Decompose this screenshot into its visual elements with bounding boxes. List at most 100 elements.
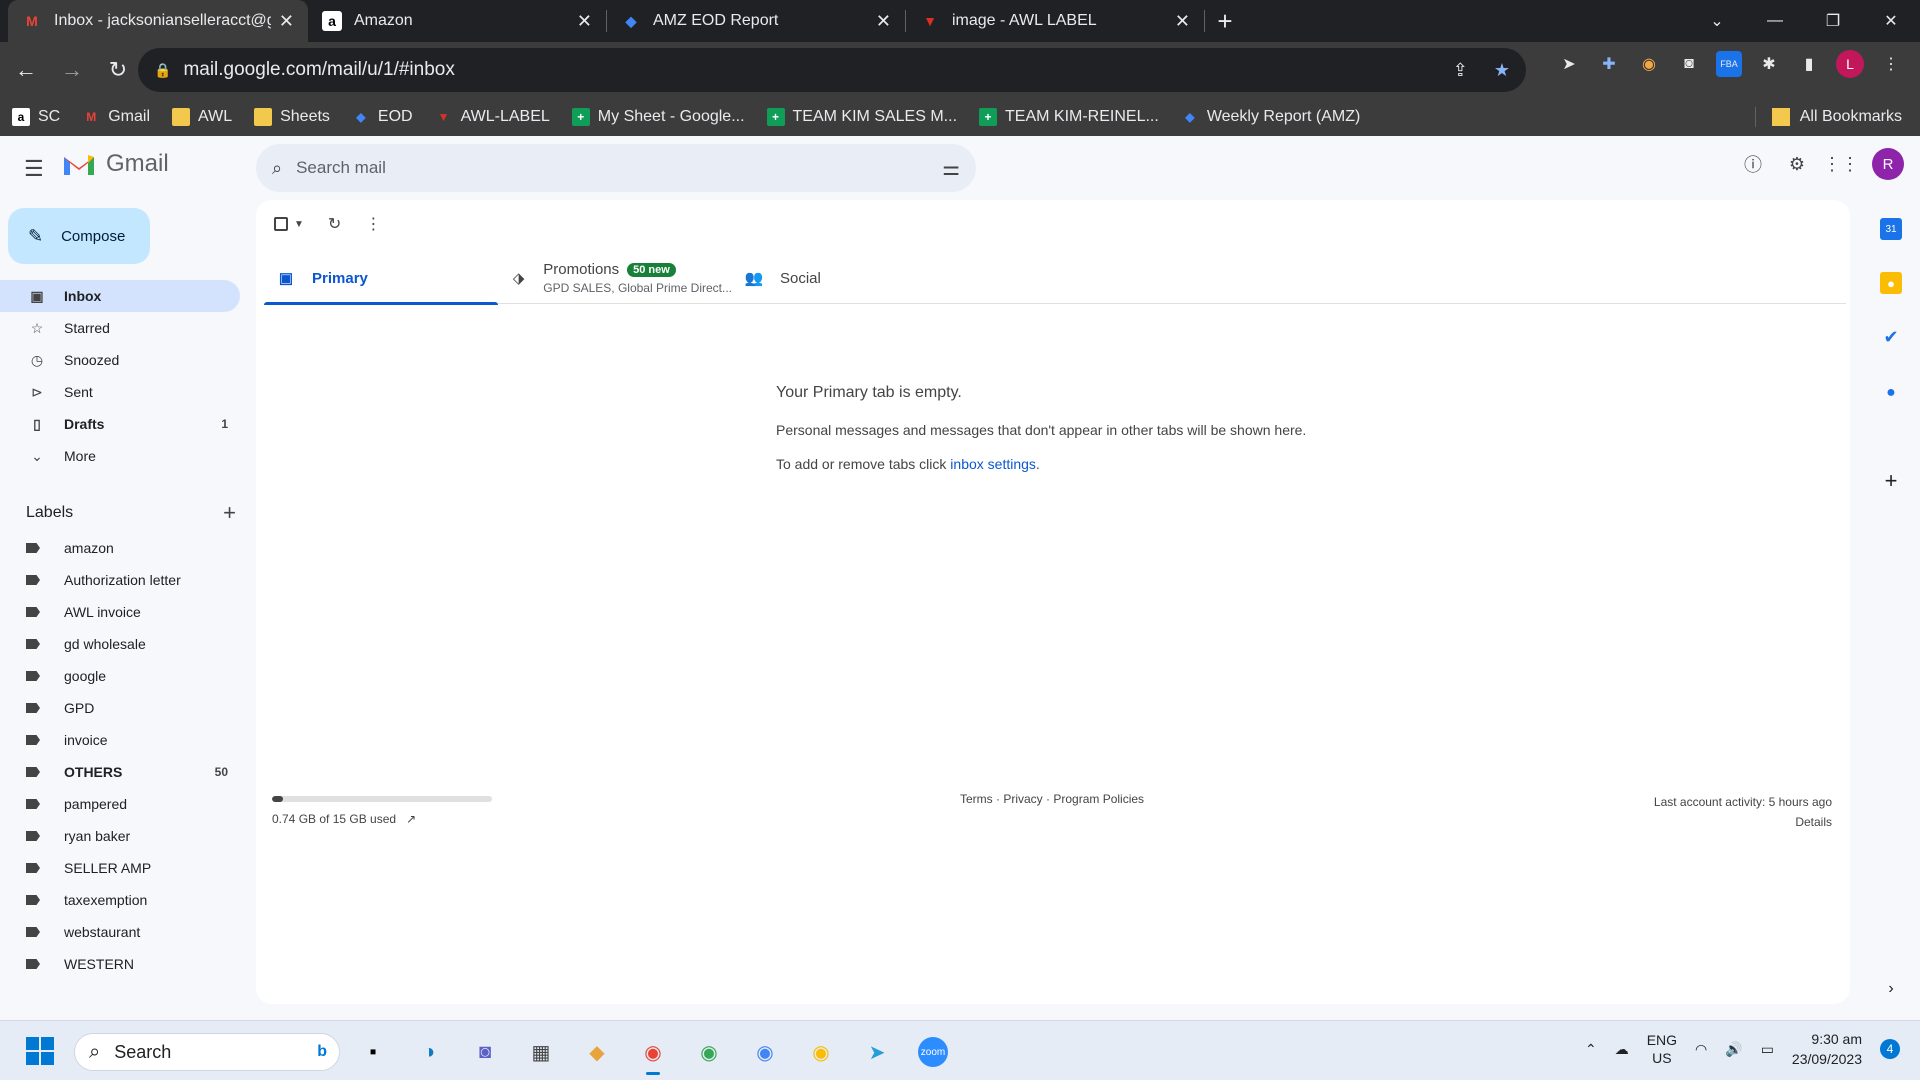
minimize-button[interactable]: — — [1746, 0, 1804, 42]
tab-primary[interactable]: ▣ Primary — [264, 252, 498, 305]
gmail-logo[interactable]: Gmail — [62, 150, 169, 178]
sidebar-item-more[interactable]: ⌄ More — [0, 440, 240, 472]
search-mail-bar[interactable]: ⌕ Search mail ⚌ — [256, 144, 976, 192]
bookmark-sc[interactable]: a SC — [12, 108, 60, 126]
onedrive-icon[interactable]: ☁ — [1615, 1041, 1629, 1058]
browser-tab-amazon[interactable]: a Amazon ✕ — [308, 0, 606, 42]
bookmark-team-kim-reinel[interactable]: + TEAM KIM-REINEL... — [979, 108, 1159, 126]
select-all-checkbox[interactable]: ▼ — [274, 217, 304, 231]
telegram-icon[interactable]: ➤ — [856, 1031, 898, 1073]
details-link[interactable]: Details — [1654, 812, 1832, 832]
restore-button[interactable]: ❐ — [1804, 0, 1862, 42]
bookmark-gmail[interactable]: M Gmail — [82, 108, 150, 126]
label-item[interactable]: Authorization letter — [0, 564, 240, 596]
label-item[interactable]: gd wholesale — [0, 628, 240, 660]
taskbar-search[interactable]: ⌕ Search b — [74, 1033, 340, 1071]
forward-icon[interactable]: → — [52, 50, 92, 90]
bookmark-my-sheet[interactable]: + My Sheet - Google... — [571, 108, 745, 126]
chrome-icon[interactable]: ◉ — [632, 1031, 674, 1075]
more-options-icon[interactable]: ⋮ — [365, 214, 381, 234]
sidebar-item-drafts[interactable]: ▯ Drafts 1 — [0, 408, 240, 440]
tasks-icon[interactable]: ✔ — [1880, 326, 1902, 348]
calendar-icon[interactable]: 31 — [1880, 218, 1902, 240]
wifi-icon[interactable]: ◠ — [1695, 1041, 1707, 1058]
label-item[interactable]: invoice — [0, 724, 240, 756]
extension-circle-icon[interactable]: ◉ — [1636, 51, 1662, 77]
add-addon-icon[interactable]: + — [1880, 468, 1902, 493]
close-icon[interactable]: ✕ — [577, 11, 592, 32]
new-tab-button[interactable]: + — [1205, 0, 1245, 42]
folder-app-icon[interactable]: ◆ — [576, 1031, 618, 1073]
extension-arrow-icon[interactable]: ➤ — [1556, 51, 1582, 77]
browser-menu-icon[interactable]: ⋮ — [1878, 51, 1904, 77]
extension-fba-icon[interactable]: FBA — [1716, 51, 1742, 77]
zoom-icon[interactable]: zoom — [918, 1037, 948, 1067]
lock-icon[interactable]: 🔒 — [154, 62, 171, 79]
label-item[interactable]: OTHERS 50 — [0, 756, 240, 788]
calculator-icon[interactable]: ▦ — [520, 1031, 562, 1073]
tab-promotions[interactable]: ⬗ Promotions 50 new GPD SALES, Global Pr… — [498, 252, 732, 304]
chrome-icon[interactable]: ◉ — [744, 1031, 786, 1073]
chrome-icon[interactable]: ◉ — [688, 1031, 730, 1073]
language-indicator[interactable]: ENG US — [1647, 1031, 1677, 1067]
tab-search-icon[interactable]: ⌄ — [1688, 0, 1746, 42]
label-item[interactable]: google — [0, 660, 240, 692]
search-options-icon[interactable]: ⚌ — [942, 156, 960, 181]
keep-icon[interactable]: ● — [1880, 272, 1902, 294]
close-window-button[interactable]: ✕ — [1862, 0, 1920, 42]
all-bookmarks[interactable]: All Bookmarks — [1754, 107, 1902, 127]
bookmark-awl[interactable]: AWL — [172, 108, 232, 126]
address-bar[interactable]: 🔒 mail.google.com/mail/u/1/#inbox ⇪ ★ — [138, 48, 1526, 92]
volume-icon[interactable]: 🔊 — [1725, 1041, 1742, 1058]
chevron-right-icon[interactable]: › — [1880, 978, 1902, 1000]
sidebar-item-snoozed[interactable]: ◷ Snoozed — [0, 344, 240, 376]
compose-button[interactable]: ✎ Compose — [8, 208, 150, 264]
clock[interactable]: 9:30 am 23/09/2023 — [1792, 1029, 1862, 1069]
browser-tab-awl[interactable]: ▼ image - AWL LABEL ✕ — [906, 0, 1204, 42]
share-icon[interactable]: ⇪ — [1453, 60, 1468, 81]
bookmark-weekly-report[interactable]: ◆ Weekly Report (AMZ) — [1181, 108, 1360, 126]
label-item[interactable]: taxexemption — [0, 884, 240, 916]
extension-camera-icon[interactable]: ◙ — [1676, 51, 1702, 77]
side-panel-icon[interactable]: ▮ — [1796, 51, 1822, 77]
teams-meet-icon[interactable]: ◙ — [464, 1031, 506, 1073]
help-icon[interactable]: ⓘ — [1740, 151, 1766, 177]
label-item[interactable]: SELLER AMP — [0, 852, 240, 884]
label-item[interactable]: webstaurant — [0, 916, 240, 948]
edge-icon[interactable]: ◑ — [408, 1031, 450, 1073]
external-link-icon[interactable]: ↗ — [406, 812, 416, 826]
chevron-up-icon[interactable]: ⌃ — [1585, 1041, 1597, 1058]
browser-tab-eod[interactable]: ◆ AMZ EOD Report ✕ — [607, 0, 905, 42]
windows-start-icon[interactable] — [26, 1037, 54, 1065]
label-item[interactable]: WESTERN — [0, 948, 240, 980]
bookmark-eod[interactable]: ◆ EOD — [352, 108, 412, 126]
tab-social[interactable]: 👥 Social — [732, 252, 966, 304]
close-icon[interactable]: ✕ — [279, 11, 294, 32]
search-input[interactable]: Search mail — [296, 158, 386, 178]
sidebar-item-sent[interactable]: ⊳ Sent — [0, 376, 240, 408]
close-icon[interactable]: ✕ — [1175, 11, 1190, 32]
extension-cross-icon[interactable]: ✚ — [1596, 51, 1622, 77]
notification-badge[interactable]: 4 — [1880, 1039, 1900, 1059]
refresh-icon[interactable]: ↻ — [328, 214, 341, 234]
terms-link[interactable]: Terms — [960, 792, 993, 806]
privacy-link[interactable]: Privacy — [1003, 792, 1042, 806]
back-icon[interactable]: ← — [6, 50, 46, 90]
contacts-icon[interactable]: ● — [1880, 382, 1902, 404]
extensions-puzzle-icon[interactable]: ✱ — [1756, 51, 1782, 77]
label-item[interactable]: GPD — [0, 692, 240, 724]
add-label-icon[interactable]: + — [223, 500, 236, 526]
chrome-icon[interactable]: ◉ — [800, 1031, 842, 1073]
bookmark-sheets[interactable]: Sheets — [254, 108, 330, 126]
search-icon[interactable]: ⌕ — [272, 158, 282, 179]
bookmark-awl-label[interactable]: ▼ AWL-LABEL — [435, 108, 550, 126]
main-menu-icon[interactable]: ☰ — [24, 156, 44, 182]
program-policies-link[interactable]: Program Policies — [1053, 792, 1144, 806]
label-item[interactable]: ryan baker — [0, 820, 240, 852]
label-item[interactable]: amazon — [0, 532, 240, 564]
label-item[interactable]: pampered — [0, 788, 240, 820]
profile-avatar[interactable]: L — [1836, 50, 1864, 78]
sidebar-item-inbox[interactable]: ▣ Inbox — [0, 280, 240, 312]
gear-icon[interactable]: ⚙ — [1784, 151, 1810, 177]
browser-tab-inbox[interactable]: M Inbox - jacksonianselleracct@gm ✕ — [8, 0, 308, 42]
